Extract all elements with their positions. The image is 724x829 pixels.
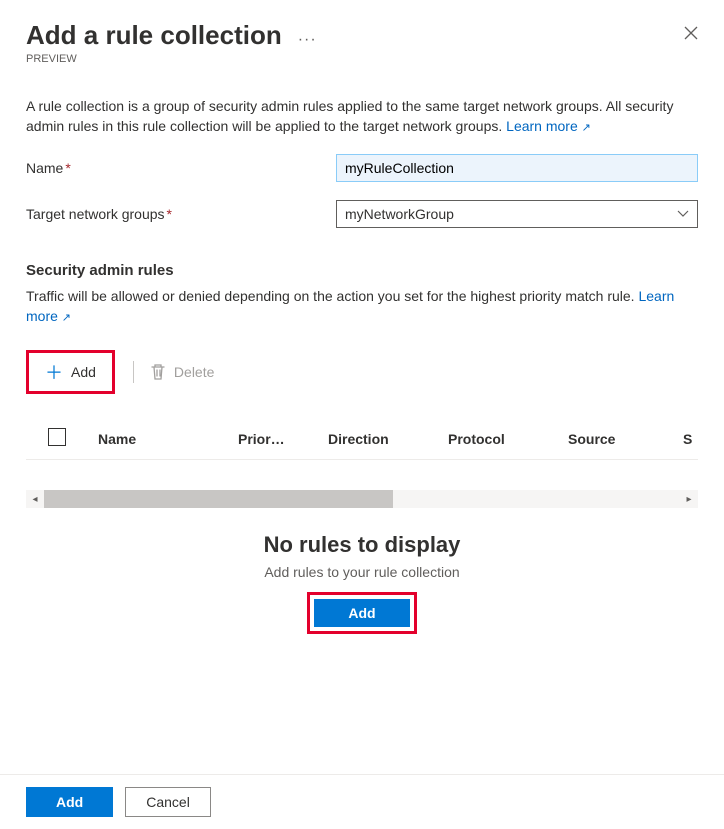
delete-rule-button[interactable]: Delete — [150, 363, 214, 381]
preview-badge: PREVIEW — [26, 53, 698, 65]
scroll-thumb[interactable] — [44, 490, 393, 508]
select-all-checkbox[interactable] — [48, 428, 66, 446]
external-link-icon: ↗ — [582, 122, 591, 134]
name-input[interactable] — [336, 154, 698, 182]
name-label: Name* — [26, 160, 336, 176]
target-groups-dropdown[interactable]: myNetworkGroup — [336, 200, 698, 228]
column-name[interactable]: Name — [98, 431, 238, 447]
empty-state-add-button[interactable]: Add — [314, 599, 409, 627]
external-link-icon: ↗ — [62, 312, 71, 324]
empty-state-title: No rules to display — [26, 532, 698, 558]
toolbar-separator — [133, 361, 134, 383]
empty-state-add-highlight: Add — [307, 592, 416, 634]
column-source-port[interactable]: S — [683, 431, 698, 447]
footer-add-button[interactable]: Add — [26, 787, 113, 817]
column-direction[interactable]: Direction — [328, 431, 448, 447]
add-rule-button[interactable]: ＋ Add — [26, 350, 115, 394]
grid-header: Name Prior… Direction Protocol Source S — [26, 422, 698, 460]
footer-cancel-button[interactable]: Cancel — [125, 787, 211, 817]
column-priority[interactable]: Prior… — [238, 431, 328, 447]
learn-more-link[interactable]: Learn more ↗ — [506, 118, 591, 134]
add-rule-label: Add — [71, 364, 96, 380]
chevron-down-icon — [677, 207, 689, 221]
section-title: Security admin rules — [26, 262, 698, 279]
column-source[interactable]: Source — [568, 431, 683, 447]
trash-icon — [150, 363, 166, 381]
delete-rule-label: Delete — [174, 364, 214, 380]
target-groups-label: Target network groups* — [26, 206, 336, 222]
scroll-left-icon[interactable]: ◂ — [26, 494, 44, 505]
scroll-right-icon[interactable]: ▸ — [680, 494, 698, 505]
page-title: Add a rule collection — [26, 20, 282, 51]
more-icon[interactable]: ··· — [298, 31, 317, 49]
plus-icon: ＋ — [45, 359, 63, 385]
footer-bar: Add Cancel — [0, 774, 724, 829]
close-icon[interactable] — [684, 24, 698, 45]
description-text: A rule collection is a group of security… — [26, 97, 698, 136]
empty-state-subtitle: Add rules to your rule collection — [26, 564, 698, 580]
column-protocol[interactable]: Protocol — [448, 431, 568, 447]
target-groups-value: myNetworkGroup — [345, 206, 454, 222]
section-description: Traffic will be allowed or denied depend… — [26, 287, 698, 326]
horizontal-scrollbar[interactable]: ◂ ▸ — [26, 490, 698, 508]
